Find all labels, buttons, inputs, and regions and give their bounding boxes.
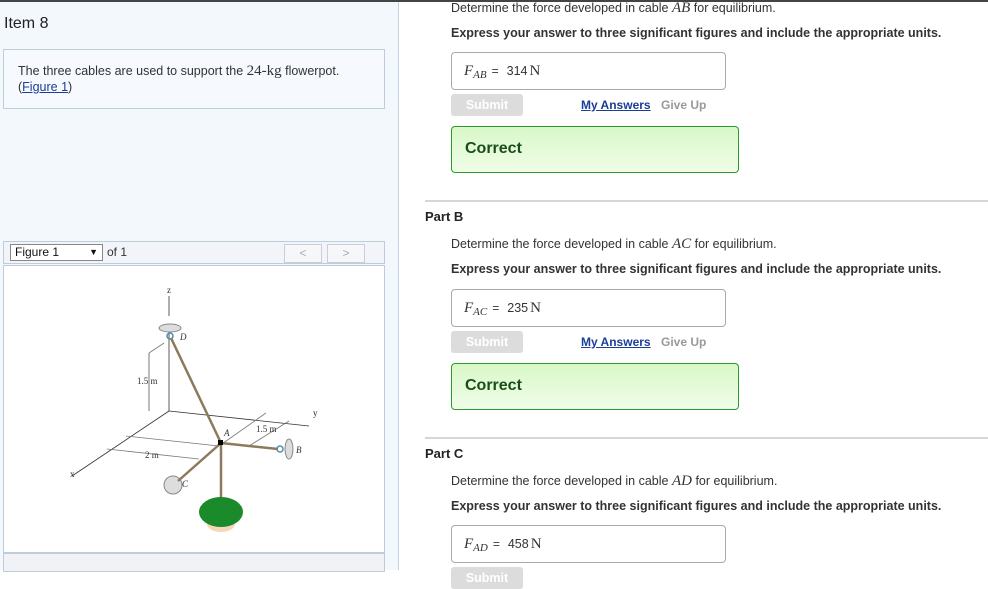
part-c-question: Determine the force developed in cable A… [451,473,778,489]
point-a-label: A [223,428,230,438]
mass-value: 24-kg [246,63,282,79]
width-dimension: 1.5 m [256,424,277,434]
intro-text-end: flowerpot. [281,64,340,78]
part-c-submit-button[interactable]: Submit [451,567,523,589]
cable-diagram: z y x D A B C 1.5 m 1.5 m 2 m [70,285,318,532]
divider [425,437,988,439]
figure-count: of 1 [107,245,128,259]
part-a-answer-field[interactable]: FAB = 314 N [451,52,726,90]
part-c-instructions: Express your answer to three significant… [451,499,942,513]
item-title: Item 8 [4,15,49,32]
part-b-my-answers-link[interactable]: My Answers [581,335,651,349]
part-a-instructions: Express your answer to three significant… [451,26,942,40]
left-panel: Item 8 The three cables are used to supp… [0,2,399,572]
part-b-submit-button[interactable]: Submit [451,331,523,353]
part-a-submit-button[interactable]: Submit [451,94,523,116]
part-b-give-up-link[interactable]: Give Up [661,335,706,349]
figure-area: z y x D A B C 1.5 m 1.5 m 2 m [3,265,385,553]
figure-footer [3,553,385,572]
part-a-give-up-link[interactable]: Give Up [661,98,706,112]
figure-toolbar: Figure 1 ▼ of 1 < > [3,241,385,264]
length-dimension: 2 m [145,450,159,460]
part-b-instructions: Express your answer to three significant… [451,262,942,276]
part-a-correct-feedback: Correct [451,126,739,173]
part-b-answer-field[interactable]: FAC = 235 N [451,289,726,327]
point-b-label: B [296,445,302,455]
problem-statement: The three cables are used to support the… [3,49,385,109]
part-b-title: Part B [425,209,464,224]
z-axis-label: z [167,285,171,295]
figure-link[interactable]: Figure 1 [22,80,68,94]
prev-figure-button[interactable]: < [284,244,322,263]
dropdown-arrow-icon: ▼ [89,247,98,257]
part-c-title: Part C [425,446,464,461]
figure-select-value: Figure 1 [15,245,60,259]
next-figure-button[interactable]: > [327,244,365,263]
intro-text: The three cables are used to support the [18,64,247,78]
height-dimension: 1.5 m [137,376,158,386]
part-c-answer-field[interactable]: FAD = 458 N [451,525,726,563]
divider [425,200,988,202]
x-axis-label: x [70,469,75,479]
part-b-correct-feedback: Correct [451,363,739,410]
point-c-label: C [182,479,189,489]
part-a-question: Determine the force developed in cable A… [451,0,776,16]
y-axis-label: y [313,408,318,418]
part-a-my-answers-link[interactable]: My Answers [581,98,651,112]
part-b-question: Determine the force developed in cable A… [451,236,777,252]
point-d-label: D [179,332,187,342]
figure-select[interactable]: Figure 1 ▼ [10,244,103,261]
